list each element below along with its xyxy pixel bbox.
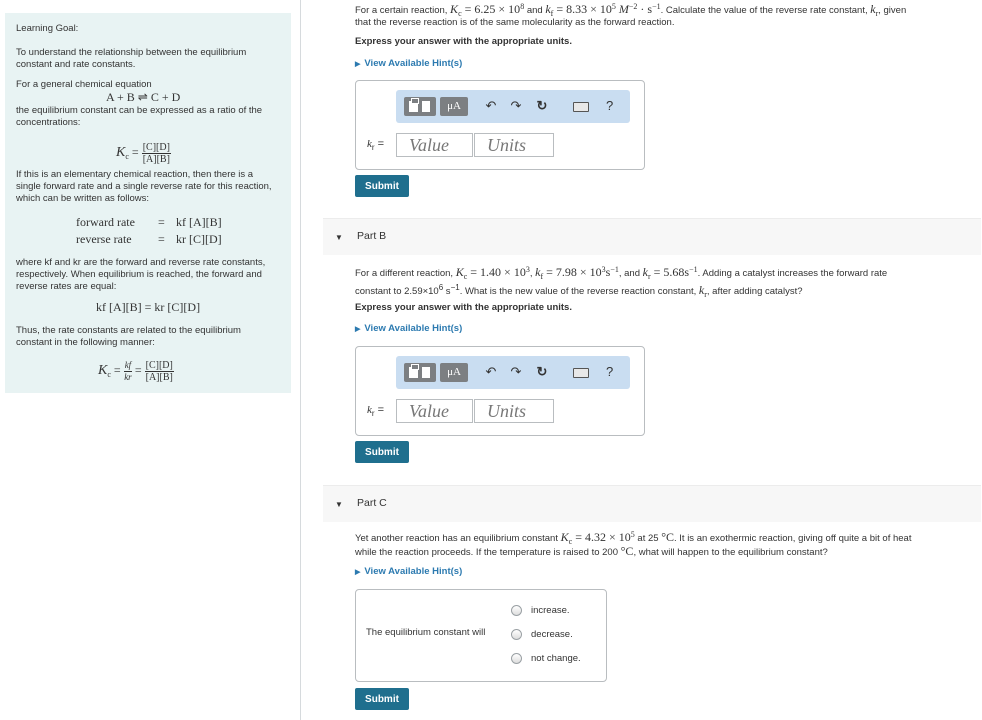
equal-rates-expr: kf [A][B] = kr [C][D] <box>96 300 201 314</box>
column-divider <box>300 0 301 720</box>
part-a-units-input[interactable] <box>474 133 554 157</box>
units-symbol-button[interactable]: μA <box>440 363 468 382</box>
reverse-rate-label: reverse rate <box>76 232 132 246</box>
undo-icon[interactable]: ↶ <box>483 98 499 114</box>
redo-icon[interactable]: ↷ <box>508 98 524 114</box>
option-decrease[interactable]: decrease. <box>511 629 573 640</box>
part-b-kr-label: kr = <box>367 404 385 419</box>
part-b-units-input[interactable] <box>474 399 554 423</box>
part-a-express-units: Express your answer with the appropriate… <box>355 36 572 47</box>
elementary-text: If this is an elementary chemical reacti… <box>16 169 272 204</box>
part-b-hint-link[interactable]: ▶ View Available Hint(s) <box>355 323 462 334</box>
part-a-kr-label: kr = <box>367 138 385 153</box>
part-c-title: Part C <box>357 497 387 509</box>
hint-caret-icon: ▶ <box>355 326 361 333</box>
part-b-value-input[interactable] <box>396 399 473 423</box>
part-c-submit-button[interactable]: Submit <box>355 688 409 710</box>
part-c-hint-link[interactable]: ▶ View Available Hint(s) <box>355 566 462 577</box>
units-symbol-button[interactable]: μA <box>440 97 468 116</box>
part-b-express-units: Express your answer with the appropriate… <box>355 302 572 313</box>
undo-icon[interactable]: ↶ <box>483 364 499 380</box>
forward-rate-label: forward rate <box>76 215 135 229</box>
radio-button[interactable] <box>511 629 522 640</box>
forward-rate-expr: kf [A][B] <box>176 215 222 229</box>
reset-icon[interactable]: ↻ <box>534 364 550 380</box>
learning-goal-title: Learning Goal: <box>16 23 79 34</box>
rate-table: forward rate = kf [A][B] reverse rate = … <box>76 215 222 246</box>
option-not-change[interactable]: not change. <box>511 653 581 664</box>
general-equation: A + B ⇌ C + D <box>106 90 181 104</box>
part-a-submit-button[interactable]: Submit <box>355 175 409 197</box>
part-b-question: For a different reaction, Kc = 1.40 × 10… <box>355 264 888 299</box>
part-c-stem: The equilibrium constant will <box>366 627 486 638</box>
part-b-submit-button[interactable]: Submit <box>355 441 409 463</box>
help-icon[interactable]: ? <box>606 98 613 113</box>
part-c-header[interactable]: ▼ Part C <box>323 485 981 522</box>
templates-icon[interactable] <box>404 97 436 116</box>
part-c-choice-box: The equilibrium constant will increase. … <box>355 589 607 682</box>
learning-goal-panel: Learning Goal: To understand the relatio… <box>5 13 291 393</box>
part-b-header[interactable]: ▼ Part B <box>323 218 981 255</box>
part-c-question: Yet another reaction has an equilibrium … <box>355 529 912 558</box>
part-a-answer-box: μA ↶ ↷ ↻ ? kr = <box>355 80 645 170</box>
part-b-answer-box: μA ↶ ↷ ↻ ? kr = <box>355 346 645 436</box>
hint-caret-icon: ▶ <box>355 61 361 68</box>
ratio-text: the equilibrium constant can be expresse… <box>16 105 263 128</box>
part-a-hint-link[interactable]: ▶ View Available Hint(s) <box>355 58 462 69</box>
hint-caret-icon: ▶ <box>355 569 361 576</box>
keyboard-icon[interactable] <box>573 368 589 378</box>
keyboard-icon[interactable] <box>573 102 589 112</box>
collapse-caret-icon[interactable]: ▼ <box>335 233 343 242</box>
radio-button[interactable] <box>511 653 522 664</box>
radio-button[interactable] <box>511 605 522 616</box>
part-b-math-toolbar: μA ↶ ↷ ↻ ? <box>396 356 630 389</box>
reverse-rate-expr: kr [C][D] <box>176 232 222 246</box>
templates-icon[interactable] <box>404 363 436 382</box>
help-icon[interactable]: ? <box>606 364 613 379</box>
collapse-caret-icon[interactable]: ▼ <box>335 500 343 509</box>
part-a-math-toolbar: μA ↶ ↷ ↻ ? <box>396 90 630 123</box>
part-a-value-input[interactable] <box>396 133 473 157</box>
thus-text: Thus, the rate constants are related to … <box>16 325 241 348</box>
learning-goal-intro: To understand the relationship between t… <box>16 47 247 70</box>
where-text: where kf and kr are the forward and reve… <box>16 257 266 292</box>
kc-relation: Kc = kf kr = [C][D] [A][B] <box>98 359 174 383</box>
kc-expression: Kc = [C][D] [A][B] <box>116 141 171 165</box>
redo-icon[interactable]: ↷ <box>508 364 524 380</box>
reset-icon[interactable]: ↻ <box>534 98 550 114</box>
part-a-question: For a certain reaction, Kc = 6.25 × 108 … <box>355 1 907 28</box>
option-increase[interactable]: increase. <box>511 605 570 616</box>
part-b-title: Part B <box>357 230 387 242</box>
